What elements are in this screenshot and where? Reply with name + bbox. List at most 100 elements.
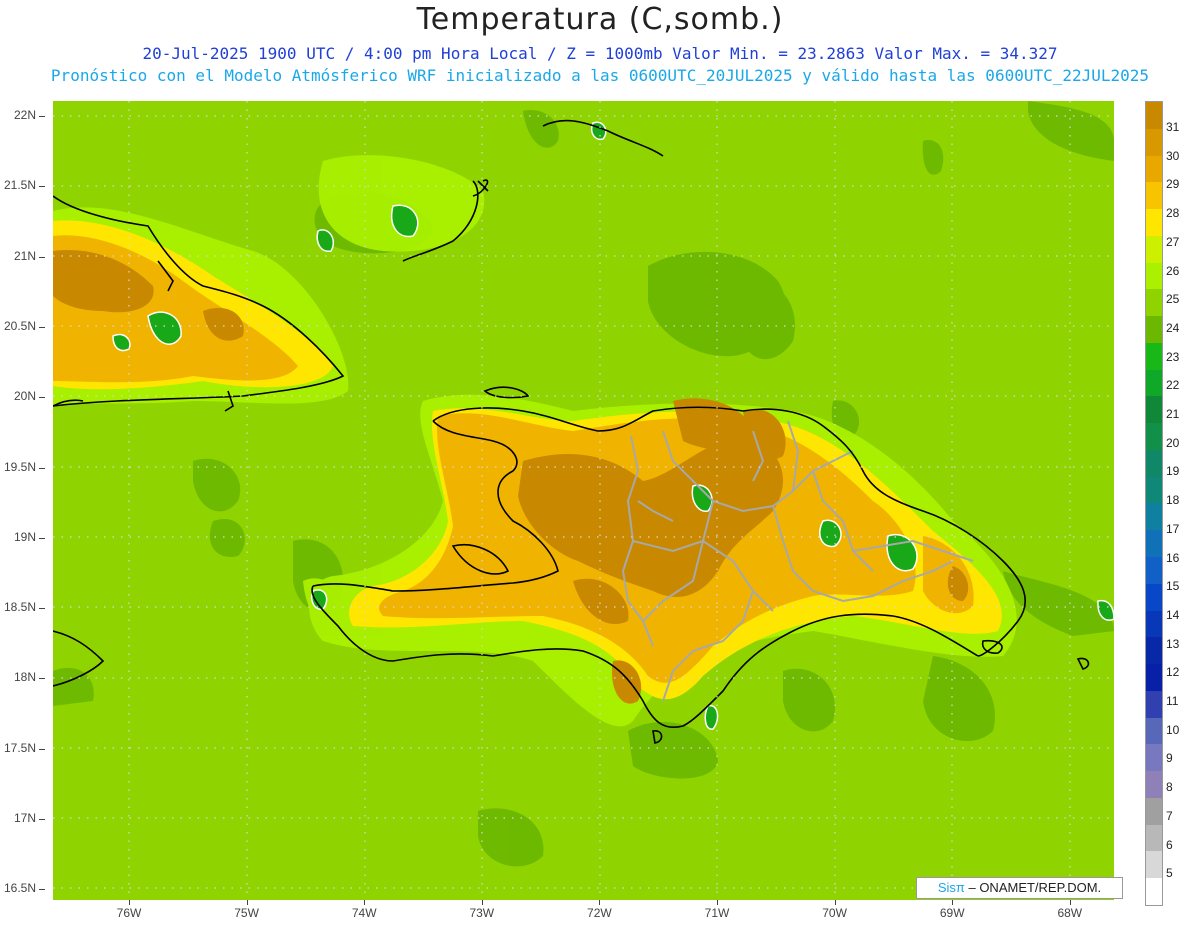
lat-tick-label: 17.5N <box>3 740 36 755</box>
lat-tick-label: 16.5N <box>3 881 36 896</box>
colorbar-label: 12 <box>1166 665 1180 680</box>
lat-tick-mark <box>39 397 45 399</box>
colorbar-swatch <box>1146 878 1162 905</box>
colorbar-swatch <box>1146 449 1162 477</box>
lat-tick-label: 20N <box>13 389 36 404</box>
lat-tick-mark <box>39 748 45 750</box>
credit-text: – ONAMET/REP.DOM. <box>964 880 1102 895</box>
colorbar-label: 18 <box>1166 493 1180 508</box>
valid-time-line: 20-Jul-2025 1900 UTC / 4:00 pm Hora Loca… <box>142 44 1058 63</box>
colorbar-label: 26 <box>1166 263 1180 278</box>
colorbar-label: 5 <box>1166 866 1173 881</box>
lon-tick-label: 71W <box>704 906 730 920</box>
lat-tick-mark <box>39 889 45 891</box>
colorbar-swatch <box>1146 797 1162 825</box>
colorbar-swatch <box>1146 182 1162 210</box>
colorbar-label: 23 <box>1166 349 1180 364</box>
colorbar-swatch <box>1146 289 1162 317</box>
colorbar-label: 21 <box>1166 407 1180 421</box>
sispi-logo-text: Sisπ <box>937 880 965 895</box>
colorbar-label: 19 <box>1166 464 1180 479</box>
colorbar-label: 17 <box>1166 521 1180 536</box>
colorbar-swatch <box>1146 610 1162 638</box>
colorbar-swatch <box>1146 557 1162 584</box>
lat-tick-mark <box>39 467 45 469</box>
colorbar-swatch <box>1146 235 1162 263</box>
colorbar-swatch <box>1146 155 1162 183</box>
colorbar-swatch <box>1146 744 1162 772</box>
colorbar-label: 13 <box>1166 636 1180 651</box>
temperature-map <box>53 101 1114 900</box>
colorbar-swatch <box>1146 342 1162 370</box>
lon-tick-mark <box>599 900 601 905</box>
lon-tick-label: 74W <box>351 906 377 920</box>
model-info-line: Pronóstico con el Modelo Atmósferico WRF… <box>50 66 1150 85</box>
colorbar-swatch <box>1146 476 1162 504</box>
colorbar-swatch <box>1146 851 1162 879</box>
colorbar-label: 24 <box>1166 320 1180 335</box>
lon-tick-mark <box>1069 900 1071 905</box>
colorbar-swatch <box>1146 530 1162 558</box>
lat-tick-mark <box>39 116 45 117</box>
map-title: Temperatura (C,somb.) <box>416 2 784 37</box>
lat-tick-mark <box>39 819 45 820</box>
colorbar-swatch <box>1146 209 1162 236</box>
colorbar-label: 9 <box>1166 751 1173 766</box>
colorbar-swatch <box>1146 369 1162 397</box>
colorbar-label: 16 <box>1166 550 1180 565</box>
colorbar-label: 30 <box>1166 148 1180 163</box>
colorbar-swatch <box>1146 262 1162 290</box>
colorbar-label: 10 <box>1166 722 1180 737</box>
colorbar-swatch <box>1146 128 1162 156</box>
colorbar-swatch <box>1146 637 1162 665</box>
colorbar-label: 22 <box>1166 378 1180 393</box>
lat-tick-label: 17N <box>13 811 36 825</box>
colorbar-label: 28 <box>1166 206 1180 221</box>
colorbar-label: 6 <box>1166 837 1173 852</box>
lat-tick-mark <box>39 537 45 539</box>
colorbar-swatch <box>1146 396 1162 424</box>
lon-tick-mark <box>481 900 483 905</box>
lon-tick-label: 75W <box>234 906 259 920</box>
colorbar-label: 11 <box>1166 694 1179 708</box>
colorbar-swatch <box>1146 423 1162 450</box>
lat-tick-label: 20.5N <box>3 318 36 333</box>
lon-tick-mark <box>129 900 130 905</box>
lat-tick-label: 22N <box>13 108 36 122</box>
lat-tick-label: 21.5N <box>3 178 36 193</box>
lon-tick-mark <box>952 900 954 905</box>
lon-tick-mark <box>717 900 718 905</box>
lon-tick-label: 68W <box>1057 906 1083 920</box>
colorbar-swatch <box>1146 717 1162 745</box>
colorbar-swatch <box>1146 503 1162 531</box>
lat-tick-mark <box>39 608 45 610</box>
colorbar-label: 8 <box>1166 780 1173 795</box>
colorbar-swatch <box>1146 102 1162 129</box>
lat-tick-mark <box>39 186 45 188</box>
lon-tick-label: 69W <box>939 906 965 920</box>
colorbar-swatch <box>1146 771 1162 798</box>
lon-tick-label: 72W <box>587 906 612 920</box>
lon-tick-mark <box>246 900 248 905</box>
lat-tick-label: 19.5N <box>3 459 36 474</box>
colorbar-label: 27 <box>1166 234 1180 249</box>
lat-tick-label: 21N <box>13 248 36 263</box>
lon-tick-mark <box>834 900 836 905</box>
colorbar-label: 31 <box>1166 120 1180 134</box>
colorbar-swatch <box>1146 583 1162 611</box>
colorbar-label: 14 <box>1166 607 1180 622</box>
lat-tick-label: 19N <box>13 529 36 544</box>
colorbar-label: 7 <box>1166 808 1173 823</box>
lat-tick-mark <box>39 326 45 328</box>
colorbar-swatch <box>1146 316 1162 343</box>
colorbar-label: 20 <box>1166 435 1180 450</box>
colorbar-label: 15 <box>1166 579 1180 594</box>
colorbar-swatch <box>1146 824 1162 852</box>
lat-tick-label: 18N <box>13 670 36 685</box>
colorbar-swatch <box>1146 690 1162 718</box>
colorbar-label: 29 <box>1166 177 1180 192</box>
lon-tick-label: 76W <box>116 906 142 920</box>
lat-tick-label: 18.5N <box>3 600 36 615</box>
temperature-colorbar <box>1145 101 1163 906</box>
colorbar-swatch <box>1146 664 1162 691</box>
